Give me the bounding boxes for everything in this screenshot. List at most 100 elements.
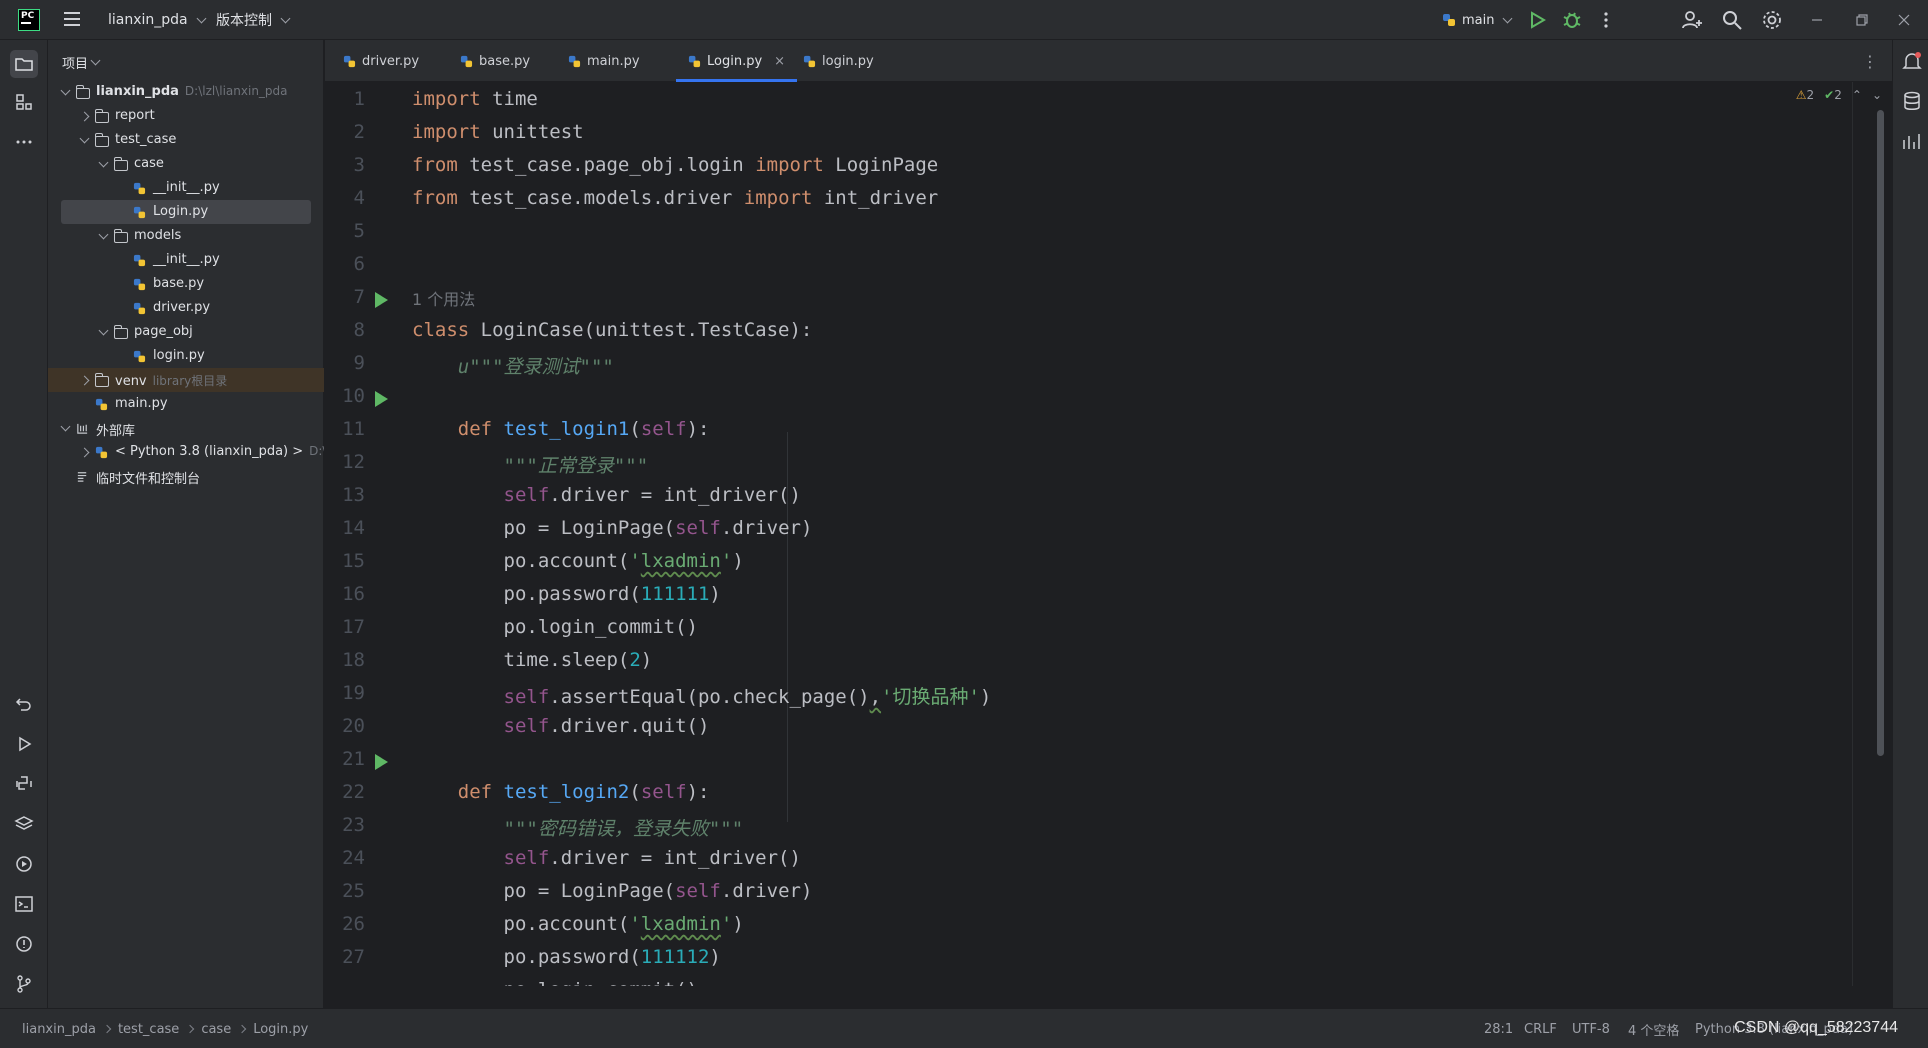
editor-tab[interactable]: login.py [803, 40, 874, 82]
project-tool-button[interactable] [10, 50, 38, 78]
project-panel-header[interactable]: 项目 [48, 40, 323, 84]
line-number[interactable]: 12 [325, 451, 365, 473]
line-number[interactable]: 2 [325, 121, 365, 143]
line-number[interactable]: 11 [325, 418, 365, 440]
line-number[interactable]: 14 [325, 517, 365, 539]
tree-item[interactable]: case [48, 152, 324, 176]
run-icon[interactable] [1525, 8, 1549, 32]
minimize-icon[interactable] [1805, 8, 1829, 32]
run-config-selector[interactable]: main [1442, 0, 1513, 40]
line-number[interactable]: 1 [325, 88, 365, 110]
line-number[interactable]: 19 [325, 682, 365, 704]
project-switcher[interactable]: lianxin_pda [108, 0, 207, 40]
main-menu-icon[interactable] [64, 12, 80, 26]
line-number[interactable]: 3 [325, 154, 365, 176]
editor-tab[interactable]: driver.py [343, 40, 419, 82]
chevron-down-icon[interactable] [98, 327, 108, 337]
tree-item[interactable]: models [48, 224, 324, 248]
git-button[interactable] [10, 970, 38, 998]
editor-tab[interactable]: base.py [460, 40, 530, 82]
line-number[interactable]: 17 [325, 616, 365, 638]
file-encoding[interactable]: UTF-8 [1572, 1009, 1610, 1048]
python-packages-button[interactable] [10, 810, 38, 838]
run-tool-button[interactable] [10, 730, 38, 758]
chevron-down-icon[interactable] [98, 231, 108, 241]
chevron-right-icon[interactable] [79, 447, 89, 457]
next-highlight-icon[interactable]: ⌄ [1872, 88, 1882, 102]
line-number[interactable]: 4 [325, 187, 365, 209]
vcs-menu[interactable]: 版本控制 [216, 0, 291, 40]
add-user-icon[interactable] [1680, 8, 1704, 32]
sciview-icon[interactable] [1901, 130, 1923, 152]
caret-position[interactable]: 28:1 [1484, 1009, 1513, 1048]
breadcrumb-item[interactable]: case [201, 1022, 231, 1037]
vertical-scrollbar[interactable] [1877, 110, 1884, 756]
run-test-gutter-icon[interactable] [375, 292, 388, 308]
close-window-icon[interactable] [1892, 8, 1916, 32]
run-test-gutter-icon[interactable] [375, 754, 388, 770]
chevron-right-icon[interactable] [79, 375, 89, 385]
terminal-button[interactable] [10, 890, 38, 918]
chevron-down-icon[interactable] [79, 135, 89, 145]
indent-setting[interactable]: 4 个空格 [1628, 1009, 1679, 1048]
editor-tab[interactable]: main.py [568, 40, 640, 82]
line-number[interactable]: 7 [325, 286, 365, 308]
line-number[interactable]: 9 [325, 352, 365, 374]
close-tab-icon[interactable]: × [774, 54, 785, 69]
restore-icon[interactable] [1850, 8, 1874, 32]
tree-item[interactable]: __init__.py [48, 176, 324, 200]
database-icon[interactable] [1901, 90, 1923, 112]
line-number[interactable]: 10 [325, 385, 365, 407]
tree-item[interactable]: login.py [48, 344, 324, 368]
tree-item[interactable]: page_obj [48, 320, 324, 344]
tree-item[interactable]: Login.py [48, 200, 324, 224]
line-number[interactable]: 24 [325, 847, 365, 869]
line-number[interactable]: 21 [325, 748, 365, 770]
tree-item[interactable]: test_case [48, 128, 324, 152]
chevron-down-icon[interactable] [60, 423, 70, 433]
breadcrumb-item[interactable]: Login.py [253, 1022, 308, 1037]
chevron-down-icon[interactable] [60, 87, 70, 97]
search-icon[interactable] [1720, 8, 1744, 32]
inspection-widget[interactable]: ⚠2 ✔2 ⌃ ⌄ [1796, 88, 1882, 102]
chevron-right-icon[interactable] [79, 111, 89, 121]
problems-button[interactable] [10, 930, 38, 958]
tree-item[interactable]: < Python 3.8 (lianxin_pda) >D:\ [48, 440, 324, 464]
breadcrumb-item[interactable]: test_case [118, 1022, 179, 1037]
line-number[interactable]: 23 [325, 814, 365, 836]
line-number[interactable]: 22 [325, 781, 365, 803]
tree-item[interactable]: 外部库 [48, 416, 324, 440]
line-number[interactable]: 8 [325, 319, 365, 341]
breadcrumb-item[interactable]: lianxin_pda [22, 1022, 96, 1037]
code-editor[interactable]: ⚠2 ✔2 ⌃ ⌄ 1 2 3 4 5 6 7 8 9 10 11 12 13 14 15 16 17 18 19 2… [325, 82, 1892, 986]
notifications-bell-icon[interactable] [1901, 50, 1923, 72]
more-actions-icon[interactable] [1594, 8, 1618, 32]
tree-item[interactable]: 临时文件和控制台 [48, 464, 324, 488]
settings-gear-icon[interactable] [1760, 8, 1784, 32]
line-number[interactable]: 16 [325, 583, 365, 605]
tree-item[interactable]: driver.py [48, 296, 324, 320]
line-number[interactable]: 25 [325, 880, 365, 902]
line-number[interactable]: 6 [325, 253, 365, 275]
line-number[interactable]: 27 [325, 946, 365, 968]
line-number[interactable]: 20 [325, 715, 365, 737]
services-button[interactable] [10, 850, 38, 878]
editor-tab[interactable]: Login.py × [675, 40, 798, 82]
tree-item[interactable]: report [48, 104, 324, 128]
run-test-gutter-icon[interactable] [375, 391, 388, 407]
chevron-down-icon[interactable] [98, 159, 108, 169]
previous-highlight-icon[interactable]: ⌃ [1852, 88, 1862, 102]
structure-tool-button[interactable] [10, 88, 38, 116]
tree-item[interactable]: base.py [48, 272, 324, 296]
line-number[interactable]: 15 [325, 550, 365, 572]
line-ending[interactable]: CRLF [1524, 1009, 1557, 1048]
line-number[interactable]: 18 [325, 649, 365, 671]
tree-item[interactable]: lianxin_pda D:\lzl\lianxin_pda [48, 80, 324, 104]
line-number[interactable]: 13 [325, 484, 365, 506]
debug-icon[interactable] [1560, 8, 1584, 32]
tree-item[interactable]: main.py [48, 392, 324, 416]
python-console-button[interactable] [10, 770, 38, 798]
revert-tool-button[interactable] [10, 690, 38, 718]
tree-item[interactable]: __init__.py [48, 248, 324, 272]
tree-item[interactable]: venv library根目录 [48, 368, 324, 392]
